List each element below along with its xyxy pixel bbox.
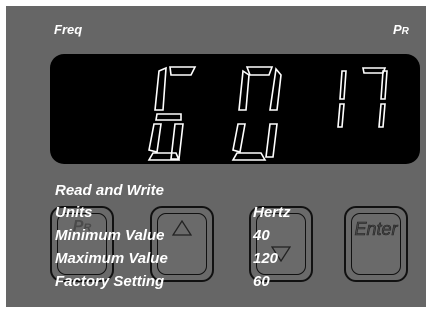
maximum-value-label: Maximum Value (55, 250, 168, 267)
freq-label: Freq (54, 22, 83, 37)
enter-button[interactable]: Enter (344, 206, 408, 282)
units-value: Hertz (253, 204, 291, 221)
pr-label-sub: R (401, 26, 409, 37)
maximum-value: 120 (253, 250, 279, 267)
digit-0 (231, 66, 282, 161)
up-triangle-icon (172, 220, 192, 236)
led-display: 60 17 (50, 54, 420, 164)
pr-label-main: P (393, 22, 402, 37)
digit-6 (147, 66, 197, 161)
minimum-value: 40 (253, 227, 270, 244)
enter-label: Enter (354, 219, 398, 240)
factory-setting-label: Factory Setting (55, 273, 165, 290)
drive-keypad-panel: Freq PR 60 17 (6, 6, 426, 307)
access-type: Read and Write (55, 182, 164, 199)
seven-segment-digits (147, 66, 388, 161)
minimum-value-label: Minimum Value (55, 227, 165, 244)
units-label: Units (55, 204, 93, 221)
digit-7 (362, 67, 388, 128)
factory-setting-value: 60 (253, 273, 270, 290)
pr-label: PR (393, 22, 409, 37)
digit-1 (337, 70, 347, 128)
